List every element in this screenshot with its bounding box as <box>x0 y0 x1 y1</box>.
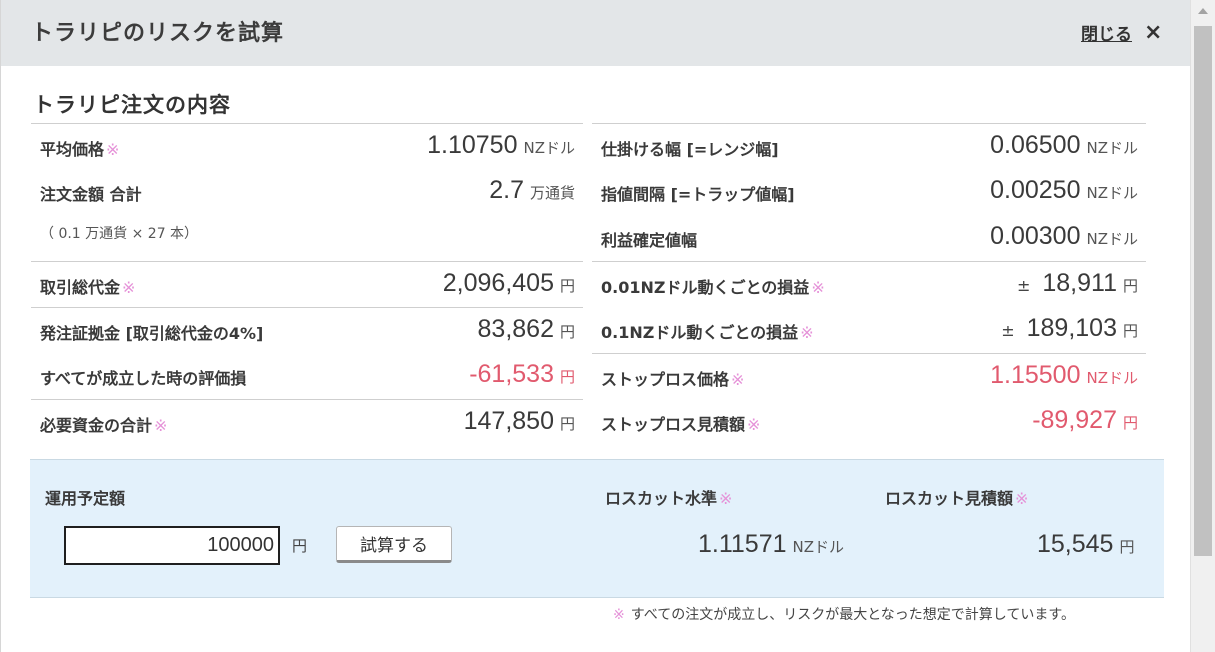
close-label[interactable]: 閉じる <box>1081 20 1132 45</box>
row-order-breakdown: （ 0.1 万通貨 × 27 本） <box>31 215 583 261</box>
row-trap-interval: 指値間隔 [=トラップ値幅] 0.00250 NZドル <box>592 169 1146 215</box>
row-value: 0.06500 NZドル <box>990 131 1138 159</box>
row-value: -61,533 円 <box>469 360 575 388</box>
scroll-up-arrow-icon[interactable] <box>1198 8 1208 14</box>
row-label: 必要資金の合計 ※ <box>40 416 168 435</box>
plan-amount-label: 運用予定額 <box>45 489 126 508</box>
simulation-panel: 運用予定額 円 試算する ロスカット水準※ 1.11571NZドル ロスカット見… <box>30 459 1164 598</box>
row-total-trade-value: 取引総代金 ※ 2,096,405 円 <box>31 261 583 307</box>
row-label: 利益確定値幅 <box>601 231 698 250</box>
row-value: -89,927 円 <box>1032 406 1138 434</box>
row-unrealized-loss: すべてが成立した時の評価損 -61,533 円 <box>31 353 583 399</box>
row-label: すべてが成立した時の評価損 <box>40 369 247 388</box>
row-value: 0.00300 NZドル <box>990 222 1138 250</box>
row-order-margin: 発注証拠金 [取引総代金の4%] 83,862 円 <box>31 307 583 353</box>
row-label: ストップロス価格 ※ <box>601 370 745 389</box>
row-label: 指値間隔 [=トラップ値幅] <box>601 185 795 204</box>
row-stop-loss-price: ストップロス価格 ※ 1.15500 NZドル <box>592 353 1146 399</box>
plan-amount-input[interactable] <box>64 526 280 565</box>
row-value: 83,862 円 <box>477 315 575 343</box>
row-label: （ 0.1 万通貨 × 27 本） <box>40 226 199 242</box>
row-pnl-per-01: 0.1NZドル動くごとの損益 ※ ±189,103 円 <box>592 307 1146 353</box>
note-mark: ※ <box>106 140 120 159</box>
row-value: ±18,911 円 <box>1016 269 1138 297</box>
row-value: 1.10750 NZドル <box>427 131 575 159</box>
footnote: ※ すべての注文が成立し、リスクが最大となった想定で計算しています。 <box>613 607 1075 623</box>
section-title: トラリピ注文の内容 <box>33 93 231 117</box>
note-mark: ※ <box>800 323 814 342</box>
row-label: 0.01NZドル動くごとの損益 ※ <box>601 278 825 297</box>
row-value: ±189,103 円 <box>1001 314 1138 342</box>
row-required-funds: 必要資金の合計 ※ 147,850 円 <box>31 399 583 445</box>
row-label: 0.1NZドル動くごとの損益 ※ <box>601 323 814 342</box>
order-details-right: 仕掛ける幅 [=レンジ幅] 0.06500 NZドル 指値間隔 [=トラップ値幅]… <box>592 123 1146 445</box>
row-pnl-per-001: 0.01NZドル動くごとの損益 ※ ±18,911 円 <box>592 261 1146 307</box>
calculate-button[interactable]: 試算する <box>336 526 452 563</box>
note-mark: ※ <box>811 278 825 297</box>
row-value: 1.15500 NZドル <box>990 361 1138 389</box>
losscut-amount-value: 15,545 円 <box>1037 530 1135 558</box>
row-label: 注文金額 合計 <box>40 185 142 204</box>
plan-amount-unit: 円 <box>292 537 308 555</box>
note-mark: ※ <box>747 415 761 434</box>
modal-header: トラリピのリスクを試算 閉じる × <box>1 0 1191 66</box>
row-range-width: 仕掛ける幅 [=レンジ幅] 0.06500 NZドル <box>592 123 1146 169</box>
losscut-level-label: ロスカット水準 ※ <box>605 489 733 508</box>
row-value: 2,096,405 円 <box>442 269 575 297</box>
row-average-price: 平均価格 ※ 1.10750 NZドル <box>31 123 583 169</box>
note-mark: ※ <box>1015 489 1029 508</box>
row-label: 平均価格 ※ <box>40 140 120 159</box>
note-mark: ※ <box>719 489 733 508</box>
row-order-amount-total: 注文金額 合計 2.7 万通貨 <box>31 169 583 215</box>
note-mark: ※ <box>154 416 168 435</box>
note-mark: ※ <box>122 278 136 297</box>
row-label: 取引総代金 ※ <box>40 278 136 297</box>
note-mark: ※ <box>613 607 625 623</box>
row-value: 147,850 円 <box>463 407 575 435</box>
row-label: ストップロス見積額 ※ <box>601 415 761 434</box>
close-icon[interactable]: × <box>1144 21 1162 44</box>
row-value: 0.00250 NZドル <box>990 176 1138 204</box>
row-stop-loss-estimate: ストップロス見積額 ※ -89,927 円 <box>592 399 1146 445</box>
row-label: 発注証拠金 [取引総代金の4%] <box>40 324 264 343</box>
risk-simulation-modal: トラリピのリスクを試算 閉じる × トラリピ注文の内容 平均価格 ※ 1.1075… <box>0 0 1191 652</box>
row-take-profit-width: 利益確定値幅 0.00300 NZドル <box>592 215 1146 261</box>
vertical-scrollbar[interactable] <box>1190 0 1215 652</box>
order-details-left: 平均価格 ※ 1.10750 NZドル 注文金額 合計 2.7 万通貨 （ 0.1 万… <box>31 123 583 445</box>
scroll-thumb[interactable] <box>1194 26 1212 556</box>
losscut-level-value: 1.11571 NZドル <box>698 530 845 558</box>
losscut-amount-label: ロスカット見積額 ※ <box>885 489 1029 508</box>
row-label: 仕掛ける幅 [=レンジ幅] <box>601 140 779 159</box>
note-mark: ※ <box>731 370 745 389</box>
close-button[interactable]: 閉じる × <box>1081 20 1162 45</box>
modal-title: トラリピのリスクを試算 <box>31 21 285 46</box>
row-value: 2.7 万通貨 <box>489 176 575 204</box>
